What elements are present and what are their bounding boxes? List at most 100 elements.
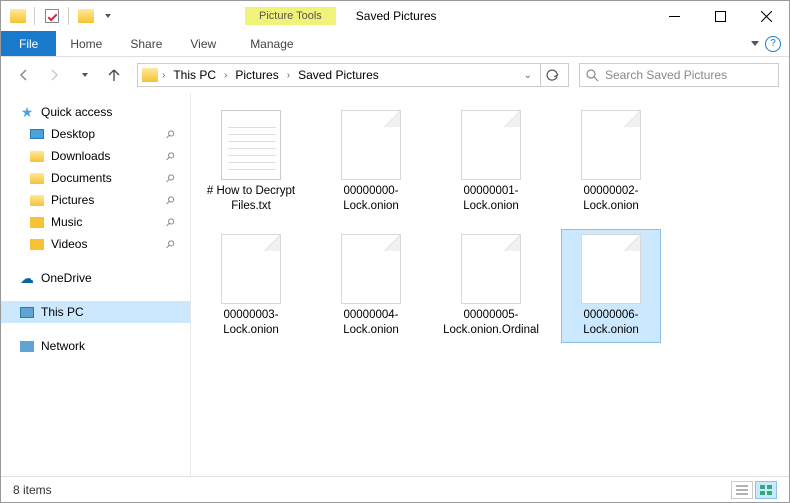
sidebar-item-label: Pictures [51,193,94,207]
sidebar-item-label: Quick access [41,105,112,119]
icons-view-button[interactable] [755,481,777,499]
sidebar-item-label: This PC [41,305,84,319]
file-item[interactable]: 00000004-Lock.onion [321,229,421,343]
body: ★ Quick access Desktop ⚲ Downloads ⚲ Documen… [1,93,789,476]
file-item[interactable]: # How to Decrypt Files.txt [201,105,301,219]
sidebar-item-pictures[interactable]: Pictures ⚲ [1,189,190,211]
separator [68,7,69,25]
contextual-tab-label: Picture Tools [245,7,336,25]
video-icon [29,236,45,252]
sidebar-item-label: OneDrive [41,271,92,285]
forward-button[interactable] [41,62,67,88]
sidebar-item-label: Downloads [51,149,110,163]
file-name: 00000006-Lock.onion [566,308,656,338]
titlebar: Picture Tools Saved Pictures [1,1,789,31]
file-tab[interactable]: File [1,31,56,56]
sidebar-this-pc[interactable]: This PC [1,301,190,323]
file-name: 00000002-Lock.onion [566,184,656,214]
pin-icon: ⚲ [163,215,178,230]
file-thumb-blank [341,234,401,304]
pc-icon [19,304,35,320]
cloud-icon: ☁ [19,270,35,286]
tab-manage[interactable]: Manage [236,31,307,56]
folder-icon [29,148,45,164]
tab-share[interactable]: Share [116,31,176,56]
explorer-window: Picture Tools Saved Pictures File Home S… [0,0,790,503]
file-thumb-blank [461,110,521,180]
sidebar-item-documents[interactable]: Documents⚲ [1,167,190,189]
titlebar-center: Picture Tools Saved Pictures [115,7,651,25]
close-button[interactable] [743,1,789,31]
sidebar-quick-access[interactable]: ★ Quick access [1,101,190,123]
sidebar-item-label: Documents [51,171,112,185]
file-thumb-blank [581,110,641,180]
search-placeholder: Search Saved Pictures [605,68,727,82]
refresh-button[interactable] [540,64,564,86]
sidebar-item-label: Network [41,339,85,353]
window-controls [651,1,789,31]
tab-home[interactable]: Home [56,31,116,56]
sidebar-item-downloads[interactable]: Downloads ⚲ [1,145,190,167]
file-pane[interactable]: # How to Decrypt Files.txt 00000000-Lock.… [191,93,789,476]
back-button[interactable] [11,62,37,88]
separator [34,7,35,25]
nav-toolbar: › This PC › Pictures › Saved Pictures ⌄ … [1,57,789,93]
chevron-down-icon[interactable]: ⌄ [518,70,538,81]
music-icon [29,214,45,230]
breadcrumb-saved-pictures[interactable]: Saved Pictures [294,66,383,84]
file-item[interactable]: 00000006-Lock.onion [561,229,661,343]
new-folder-icon[interactable] [77,8,94,25]
search-input[interactable]: Search Saved Pictures [579,63,779,87]
file-item[interactable]: 00000003-Lock.onion [201,229,301,343]
window-title: Saved Pictures [356,9,437,23]
folder-icon [142,67,158,83]
sidebar-network[interactable]: Network [1,335,190,357]
file-name: 00000001-Lock.onion [446,184,536,214]
tab-view[interactable]: View [176,31,230,56]
pin-icon: ⚲ [163,237,178,252]
sidebar-item-label: Desktop [51,127,95,141]
sidebar-item-videos[interactable]: Videos ⚲ [1,233,190,255]
nav-sidebar: ★ Quick access Desktop ⚲ Downloads ⚲ Documen… [1,93,191,476]
properties-check-icon[interactable] [43,8,60,25]
file-thumb-blank [461,234,521,304]
desktop-icon [29,126,45,142]
breadcrumb-pictures[interactable]: Pictures [231,66,282,84]
folder-icon [29,192,45,208]
sidebar-item-label: Music [51,215,82,229]
breadcrumb-this-pc[interactable]: This PC [169,66,220,84]
ribbon-tabs: File Home Share View Manage ? [1,31,789,57]
quick-access-toolbar [1,7,115,25]
sidebar-item-label: Videos [51,237,87,251]
address-bar[interactable]: › This PC › Pictures › Saved Pictures ⌄ [137,63,569,87]
search-icon [586,69,599,82]
chevron-right-icon: › [224,70,227,81]
file-thumb-blank [581,234,641,304]
star-icon: ★ [19,104,35,120]
file-item[interactable]: 00000000-Lock.onion [321,105,421,219]
minimize-button[interactable] [651,1,697,31]
status-bar: 8 items [1,476,789,502]
network-icon [19,338,35,354]
file-item[interactable]: 00000005-Lock.onion.Ordinal [441,229,541,343]
up-button[interactable] [101,62,127,88]
sidebar-item-music[interactable]: Music ⚲ [1,211,190,233]
qat-customize-icon[interactable] [98,8,115,25]
pin-icon: ⚲ [163,149,178,164]
file-name: 00000000-Lock.onion [326,184,416,214]
recent-dropdown-icon[interactable] [71,62,97,88]
pin-icon: ⚲ [163,193,178,208]
sidebar-onedrive[interactable]: ☁ OneDrive [1,267,190,289]
file-item[interactable]: 00000002-Lock.onion [561,105,661,219]
files-grid: # How to Decrypt Files.txt 00000000-Lock.… [201,105,779,343]
sidebar-item-desktop[interactable]: Desktop ⚲ [1,123,190,145]
pin-icon: ⚲ [163,127,178,142]
file-thumb-blank [341,110,401,180]
help-icon[interactable]: ? [765,36,781,52]
file-thumb-txt [221,110,281,180]
file-item[interactable]: 00000001-Lock.onion [441,105,541,219]
item-count: 8 items [13,483,52,497]
maximize-button[interactable] [697,1,743,31]
details-view-button[interactable] [731,481,753,499]
collapse-ribbon-icon[interactable] [751,41,759,46]
